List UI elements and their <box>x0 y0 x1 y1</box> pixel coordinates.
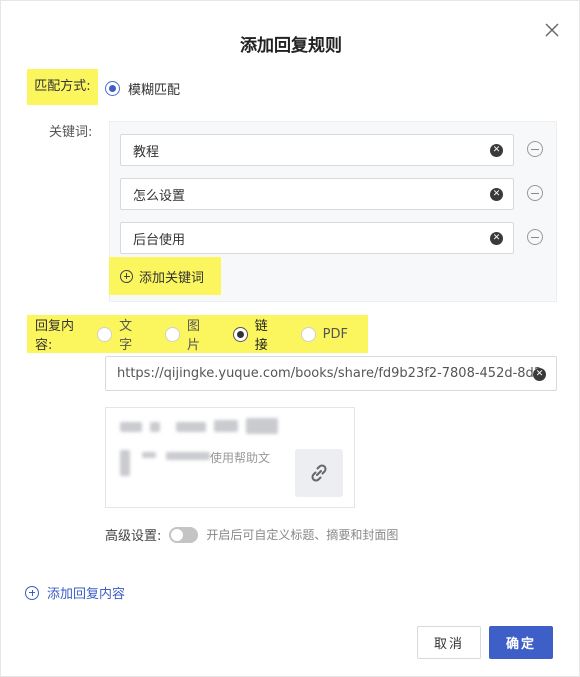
reply-content-label: 回复内容: <box>35 319 75 353</box>
blurred-content <box>120 422 142 432</box>
add-reply-content-button[interactable]: 添加回复内容 <box>25 583 125 602</box>
link-icon <box>311 464 327 482</box>
plus-circle-icon <box>120 269 133 283</box>
clear-icon[interactable]: ✕ <box>490 188 503 201</box>
radio-image[interactable] <box>165 326 180 342</box>
radio-link[interactable] <box>232 326 248 342</box>
link-thumbnail <box>295 449 343 497</box>
reply-option-label: 图片 <box>186 319 200 353</box>
blurred-content <box>150 422 160 432</box>
advanced-settings-row: 高级设置: 开启后可自定义标题、摘要和封面图 <box>105 525 398 544</box>
match-method-label: 匹配方式: <box>27 69 98 105</box>
reply-option-image[interactable]: 图片 <box>165 315 213 353</box>
keyword-input-3[interactable]: 后台使用 ✕ <box>120 222 514 254</box>
reply-content-row: 回复内容: 文字 图片 链接 PDF <box>27 315 368 353</box>
match-option-fuzzy[interactable]: 模糊匹配 <box>105 79 180 98</box>
close-icon[interactable] <box>541 19 563 41</box>
clear-icon[interactable]: ✕ <box>490 232 503 245</box>
keyword-value: 教程 <box>133 144 160 160</box>
blurred-content <box>214 420 238 432</box>
cancel-button[interactable]: 取消 <box>417 626 481 659</box>
clear-icon[interactable]: ✕ <box>533 368 546 381</box>
advanced-settings-label: 高级设置: <box>105 529 162 544</box>
radio-fuzzy-match[interactable] <box>105 81 120 96</box>
plus-circle-icon <box>25 585 39 600</box>
url-input[interactable]: https://qijingke.yuque.com/books/share/f… <box>105 356 557 391</box>
blurred-content <box>176 422 206 432</box>
dialog-title: 添加回复规则 <box>240 36 342 56</box>
keyword-value: 怎么设置 <box>133 188 186 204</box>
blurred-content <box>120 450 130 476</box>
reply-option-pdf[interactable]: PDF <box>300 326 348 342</box>
radio-text[interactable] <box>97 326 113 342</box>
remove-keyword-icon[interactable] <box>527 141 543 157</box>
blurred-content <box>166 452 210 460</box>
reply-option-label: PDF <box>322 326 348 342</box>
reply-option-label: 文字 <box>119 319 133 353</box>
keyword-value: 后台使用 <box>133 232 186 248</box>
blurred-content <box>142 452 156 458</box>
preview-text: 使用帮助文 <box>210 451 271 465</box>
url-value: https://qijingke.yuque.com/books/share/f… <box>117 366 543 381</box>
link-preview-card: 使用帮助文 <box>105 407 355 508</box>
add-keyword-label: 添加关键词 <box>139 270 205 286</box>
keyword-input-1[interactable]: 教程 ✕ <box>120 134 514 166</box>
advanced-settings-toggle[interactable] <box>169 526 199 543</box>
reply-option-link[interactable]: 链接 <box>232 315 281 353</box>
reply-option-text[interactable]: 文字 <box>97 315 145 353</box>
confirm-button[interactable]: 确定 <box>489 626 553 659</box>
reply-option-label: 链接 <box>254 319 268 353</box>
remove-keyword-icon[interactable] <box>527 229 543 245</box>
remove-keyword-icon[interactable] <box>527 185 543 201</box>
keywords-label: 关键词: <box>49 125 93 140</box>
match-option-label: 模糊匹配 <box>128 83 181 98</box>
add-reply-rule-dialog: 添加回复规则 匹配方式: 模糊匹配 关键词: 教程 ✕ 怎么设置 ✕ 后台使用 … <box>0 0 580 677</box>
advanced-settings-hint: 开启后可自定义标题、摘要和封面图 <box>206 528 399 542</box>
add-keyword-button[interactable]: 添加关键词 <box>109 257 221 295</box>
radio-pdf[interactable] <box>300 326 316 342</box>
add-reply-content-label: 添加回复内容 <box>47 587 126 602</box>
clear-icon[interactable]: ✕ <box>490 144 503 157</box>
keyword-input-2[interactable]: 怎么设置 ✕ <box>120 178 514 210</box>
blurred-content <box>246 418 278 434</box>
